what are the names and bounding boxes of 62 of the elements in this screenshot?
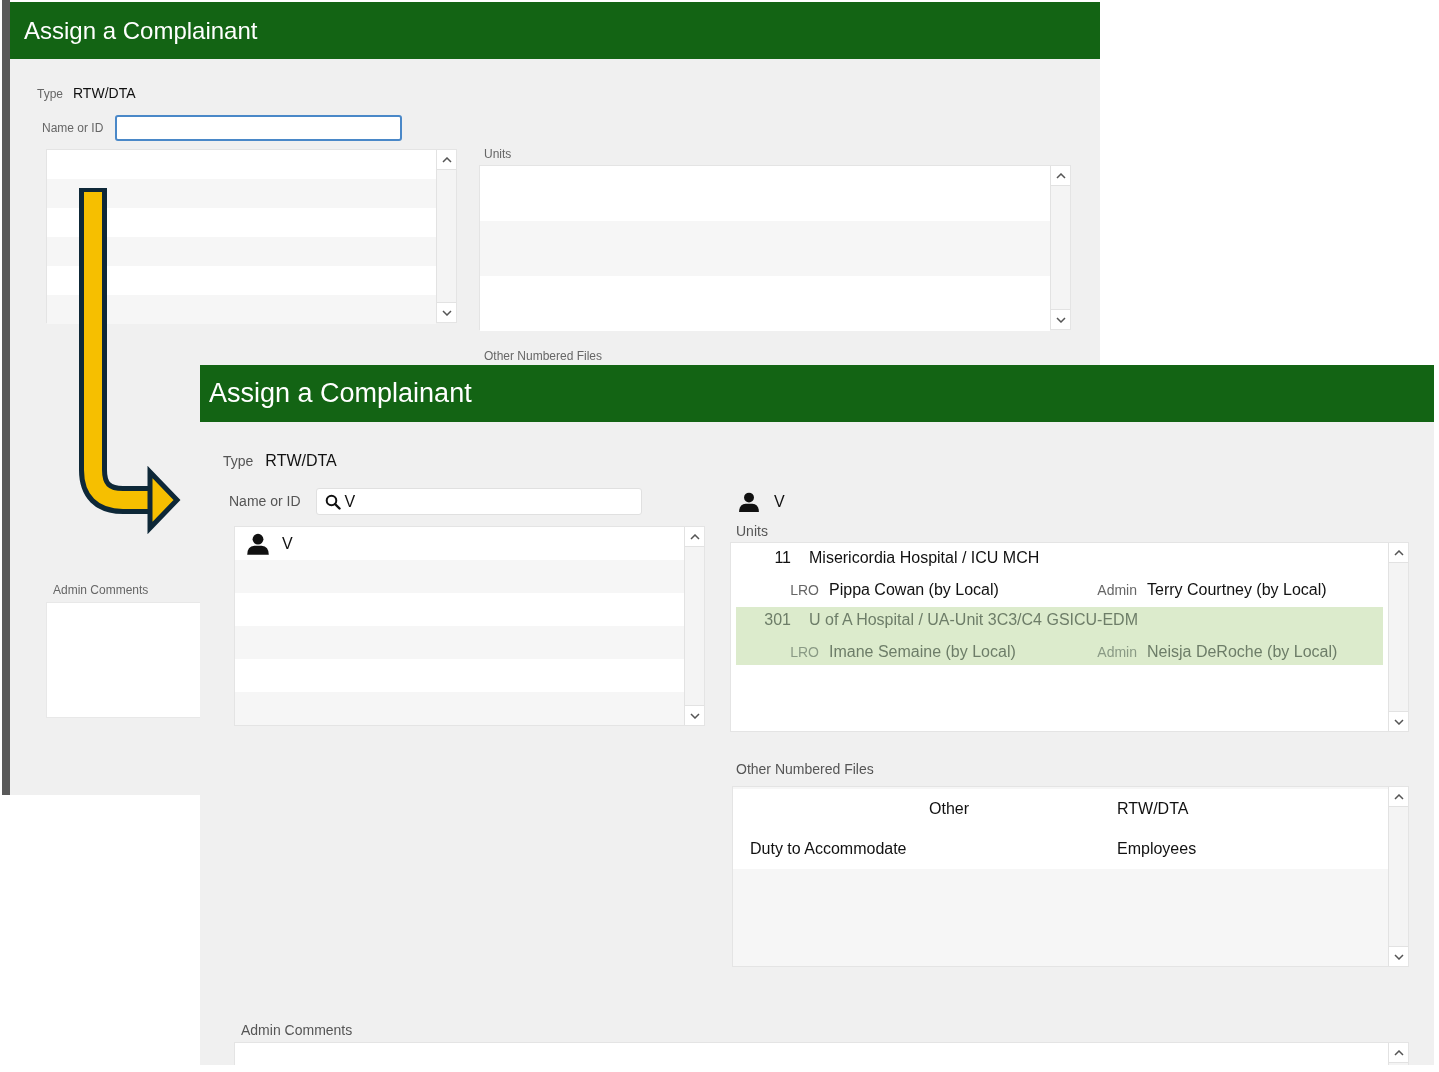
name-field[interactable] [115, 115, 403, 141]
section-label: Admin Comments [241, 1022, 353, 1038]
chevron-up-icon [689, 533, 700, 540]
section-label: Units [735, 523, 769, 539]
unit-name: Misericordia Hospital / ICU MCH [809, 548, 1040, 568]
table-cell: Duty to Accommodate [750, 840, 907, 857]
admin-label: Admin [1096, 581, 1137, 600]
type-value: RTW/DTA [73, 84, 136, 103]
admin-name: Neisja DeRoche (by Local) [1147, 642, 1338, 662]
scroll-up-button[interactable] [1389, 787, 1408, 807]
type-label: Type [37, 86, 63, 103]
scroll-down-button[interactable] [1389, 946, 1408, 966]
type-value: RTW/DTA [265, 451, 337, 471]
chevron-down-icon [441, 309, 452, 316]
search-field[interactable]: V [315, 488, 642, 515]
field-label: Name or ID [42, 120, 104, 137]
section-label: Other Numbered Files [735, 761, 875, 777]
person-icon [246, 531, 270, 556]
table-cell: Other [929, 800, 969, 817]
field-label: Name or ID [229, 492, 301, 511]
unit-number: 301 [763, 610, 791, 630]
person-name: V [282, 533, 293, 554]
selected-person-name: V [774, 492, 785, 512]
chevron-down-icon [1393, 953, 1404, 960]
scroll-down-button[interactable] [437, 302, 456, 322]
chevron-down-icon [689, 712, 700, 719]
window-title: Assign a Complainant [209, 377, 472, 411]
admin-label: Admin [1096, 643, 1137, 662]
scroll-up-button[interactable] [685, 527, 704, 547]
chevron-up-icon [1393, 549, 1404, 556]
list-row[interactable] [47, 179, 436, 208]
admin-name: Terry Courtney (by Local) [1147, 580, 1327, 600]
list-row[interactable] [47, 295, 436, 324]
type-label: Type [223, 452, 254, 471]
list-row[interactable] [47, 237, 436, 266]
scroll-down-button[interactable] [685, 705, 704, 725]
chevron-up-icon [1393, 1049, 1404, 1056]
chevron-up-icon [1055, 172, 1066, 179]
table-cell: Employees [1117, 840, 1197, 857]
scroll-up-button[interactable] [1389, 543, 1408, 563]
chevron-up-icon [441, 156, 452, 163]
lro-label: LRO [789, 581, 819, 600]
lro-name: Pippa Cowan (by Local) [829, 580, 1000, 600]
scroll-down-button[interactable] [1051, 309, 1070, 329]
lro-name: Imane Semaine (by Local) [829, 642, 1017, 662]
unit-row[interactable]: 301 U of A Hospital / UA-Unit 3C3/C4 GSICU-EDM LRO Imane Semaine (by Local) Admin Neisja DeRoche (by Local) [736, 607, 1383, 665]
chevron-down-icon [1055, 316, 1066, 323]
section-label: Units [483, 146, 513, 162]
table-cell: RTW/DTA [1117, 800, 1189, 817]
scroll-up-button[interactable] [437, 150, 456, 170]
unit-name: U of A Hospital / UA-Unit 3C3/C4 GSICU-EDM [809, 610, 1138, 630]
unit-number: 11 [773, 548, 791, 568]
chevron-down-icon [1393, 718, 1404, 725]
scroll-down-button[interactable] [1389, 711, 1408, 731]
window-title: Assign a Complainant [24, 15, 258, 46]
chevron-up-icon [1393, 793, 1404, 800]
scroll-up-button[interactable] [1051, 166, 1070, 186]
lro-label: LRO [789, 643, 819, 662]
section-label: Other Numbered Files [483, 349, 604, 363]
search-icon [324, 493, 341, 510]
section-label: Admin Comments [52, 582, 150, 599]
person-icon [738, 491, 760, 513]
